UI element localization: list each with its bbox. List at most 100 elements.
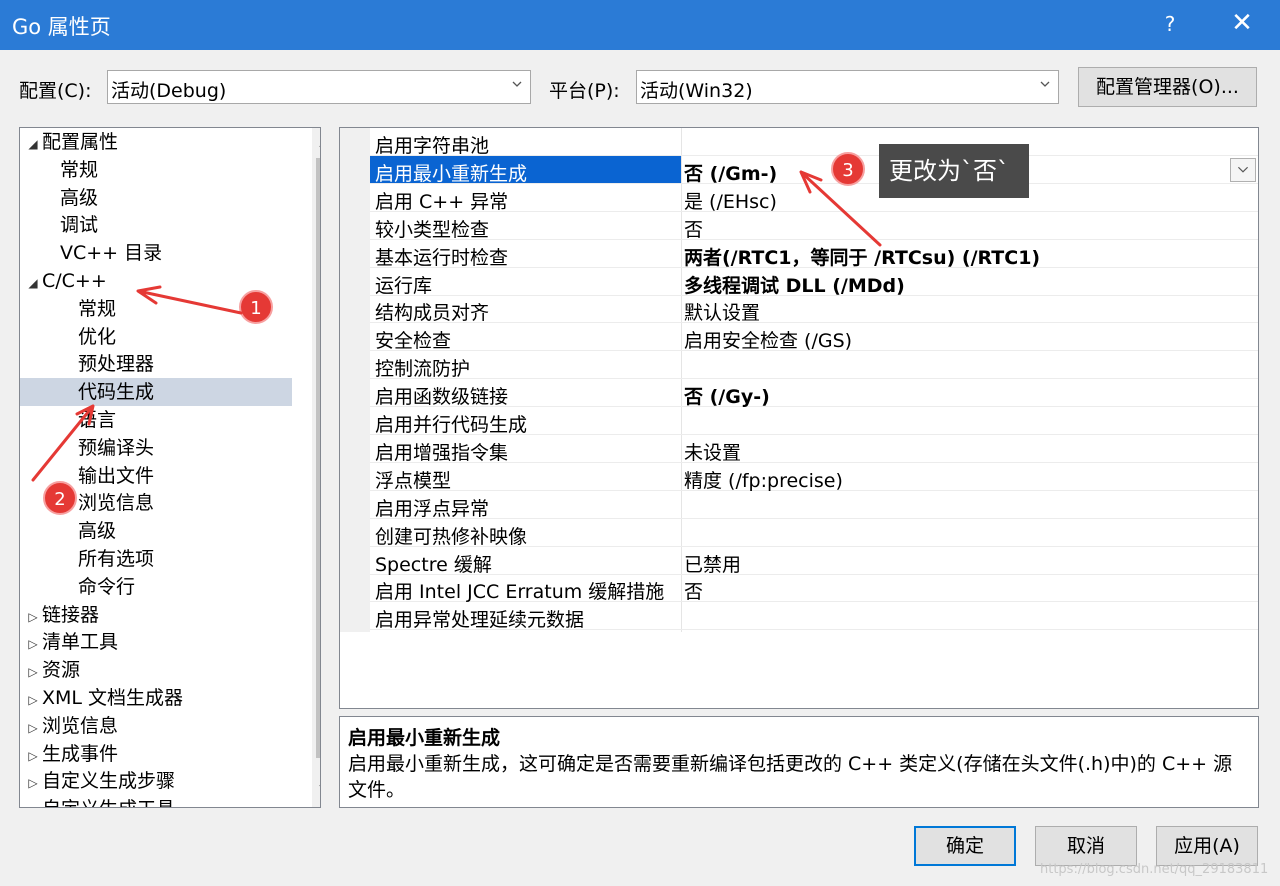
property-row[interactable]: 启用增强指令集 未设置 [370, 435, 1258, 465]
tree-item[interactable]: 语言 [20, 406, 292, 434]
tree-item-label: 常规 [60, 158, 99, 181]
property-name: 启用最小重新生成 [375, 162, 528, 185]
collapsed-icon[interactable]: ▷ [24, 797, 42, 807]
property-row[interactable]: 创建可热修补映像 [370, 519, 1258, 548]
description-panel: 启用最小重新生成 启用最小重新生成，这可确定是否需要重新编译包括更改的 C++ … [339, 716, 1259, 808]
property-value[interactable]: 否 (/Gy-) [684, 382, 770, 409]
tree-item[interactable]: 命令行 [20, 573, 292, 601]
property-value[interactable]: 精度 (/fp:precise) [684, 466, 843, 493]
expanded-icon[interactable]: ◢ [24, 269, 42, 297]
tree-item[interactable]: 优化 [20, 323, 292, 351]
property-value[interactable]: 是 (/EHsc) [684, 187, 777, 214]
scroll-up-icon[interactable]: ︿ [312, 128, 320, 156]
property-row[interactable]: Spectre 缓解 已禁用 [370, 547, 1258, 577]
collapsed-icon[interactable]: ▷ [24, 686, 42, 714]
collapsed-icon[interactable]: ▷ [24, 769, 42, 797]
property-value[interactable]: 多线程调试 DLL (/MDd) [684, 271, 905, 298]
tree-item-label: 优化 [78, 325, 117, 348]
property-row[interactable]: 启用 Intel JCC Erratum 缓解措施否 [370, 574, 1258, 604]
property-value[interactable]: 默认设置 [684, 298, 760, 325]
property-row[interactable]: 安全检查 启用安全检查 (/GS) [370, 323, 1258, 353]
property-row[interactable]: 启用异常处理延续元数据 [370, 602, 1258, 631]
collapsed-icon[interactable]: ▷ [24, 658, 42, 686]
cancel-button[interactable]: 取消 [1035, 826, 1137, 866]
property-row[interactable]: 启用并行代码生成 [370, 407, 1258, 436]
chevron-down-icon [1040, 81, 1050, 87]
property-value[interactable]: 否 [684, 577, 703, 604]
property-row[interactable]: 启用浮点异常 [370, 491, 1258, 520]
tree-item[interactable]: ▷ 自定义生成步骤 [20, 767, 292, 795]
watermark: https://blog.csdn.net/qq_29183811 [1040, 862, 1269, 877]
property-name: 启用函数级链接 [375, 386, 509, 409]
tree-item-label: 自定义生成步骤 [42, 770, 176, 793]
scroll-down-icon[interactable]: ﹀ [312, 779, 320, 807]
annotation-callout: 更改为`否` [879, 144, 1029, 198]
property-row[interactable]: 启用 C++ 异常 是 (/EHsc) [370, 184, 1258, 214]
apply-button[interactable]: 应用(A) [1156, 826, 1258, 866]
tree-item-label: 所有选项 [78, 548, 155, 570]
property-name: 运行库 [375, 274, 433, 297]
property-name: 较小类型检查 [375, 218, 490, 241]
tree-item[interactable]: 代码生成 [20, 378, 292, 407]
chevron-down-icon [1237, 166, 1249, 173]
tree-item[interactable]: 预编译头 [20, 434, 292, 462]
collapsed-icon[interactable]: ▷ [24, 603, 42, 631]
tree-item-label: 链接器 [42, 603, 100, 626]
tree-item-label: 语言 [78, 409, 117, 431]
property-row[interactable]: 结构成员对齐 默认设置 [370, 295, 1258, 325]
tree-item[interactable]: ▷ 资源 [20, 656, 292, 684]
property-grid: 启用字符串池启用最小重新生成 否 (/Gm-) 启用 C++ 异常 是 (/EHsc)… [339, 127, 1259, 709]
property-row[interactable]: 运行库 多线程调试 DLL (/MDd) [370, 268, 1258, 298]
expanded-icon[interactable]: ◢ [24, 130, 42, 158]
collapsed-icon[interactable]: ▷ [24, 742, 42, 770]
tree-item[interactable]: VC++ 目录 [20, 239, 292, 267]
tree-item-label: 预处理器 [78, 353, 155, 376]
tree-item-label: 资源 [42, 659, 81, 682]
value-dropdown-button[interactable] [1230, 157, 1256, 182]
property-row[interactable]: 控制流防护 [370, 351, 1258, 380]
help-button[interactable]: ? [1160, 12, 1180, 36]
tree-item[interactable]: ▷ XML 文档生成器 [20, 684, 292, 712]
config-combo[interactable]: 活动(Debug) [107, 70, 531, 104]
tree-item[interactable]: 所有选项 [20, 545, 292, 573]
close-button[interactable]: ✕ [1222, 8, 1262, 38]
platform-combo[interactable]: 活动(Win32) [636, 70, 1059, 104]
property-value[interactable]: 否 [684, 215, 703, 242]
tree-item-label: 浏览信息 [78, 492, 155, 515]
property-value[interactable]: 未设置 [684, 438, 741, 465]
collapsed-icon[interactable]: ▷ [24, 630, 42, 658]
property-name: 安全检查 [375, 330, 452, 353]
tree-item[interactable]: ▷ 清单工具 [20, 628, 292, 656]
tree-item[interactable]: ◢ 配置属性 [20, 128, 292, 156]
tree-item[interactable]: ▷ 生成事件 [20, 740, 292, 768]
tree-item[interactable]: 常规 [20, 156, 292, 184]
property-row[interactable]: 基本运行时检查 两者(/RTC1，等同于 /RTCsu) (/RTC1) [370, 240, 1258, 270]
tree-item[interactable]: 预处理器 [20, 350, 292, 378]
platform-value: 活动(Win32) [640, 80, 753, 102]
scrollbar-thumb[interactable] [316, 158, 320, 758]
property-value[interactable]: 启用安全检查 (/GS) [684, 326, 852, 353]
tree-item[interactable]: 高级 [20, 184, 292, 212]
ok-button[interactable]: 确定 [914, 826, 1016, 866]
tree-item[interactable]: 高级 [20, 517, 292, 545]
property-name: 创建可热修补映像 [375, 525, 528, 548]
tree-item[interactable]: 调试 [20, 211, 292, 239]
tree-item[interactable]: ▷ 链接器 [20, 601, 292, 629]
property-value[interactable]: 已禁用 [684, 550, 741, 577]
tree-item-label: 高级 [60, 186, 99, 209]
property-value[interactable]: 否 (/Gm-) [684, 159, 777, 186]
tree-item[interactable]: ▷自定义生成工具 [20, 795, 292, 807]
property-value[interactable]: 两者(/RTC1，等同于 /RTCsu) (/RTC1) [684, 243, 1040, 270]
annotation-badge-3: 3 [831, 152, 865, 186]
property-row[interactable]: 启用字符串池 [370, 128, 1258, 157]
chevron-down-icon [512, 81, 522, 87]
property-row[interactable]: 启用最小重新生成 否 (/Gm-) [370, 155, 1258, 186]
tree-item-label: VC++ 目录 [60, 242, 163, 265]
property-row[interactable]: 较小类型检查 否 [370, 212, 1258, 242]
property-row[interactable]: 浮点模型 精度 (/fp:precise) [370, 463, 1258, 493]
tree-item[interactable]: ▷ 浏览信息 [20, 712, 292, 740]
config-manager-button[interactable]: 配置管理器(O)... [1078, 67, 1257, 107]
collapsed-icon[interactable]: ▷ [24, 714, 42, 742]
tree-scrollbar[interactable]: ︿ ﹀ [312, 128, 320, 807]
property-row[interactable]: 启用函数级链接 否 (/Gy-) [370, 379, 1258, 409]
